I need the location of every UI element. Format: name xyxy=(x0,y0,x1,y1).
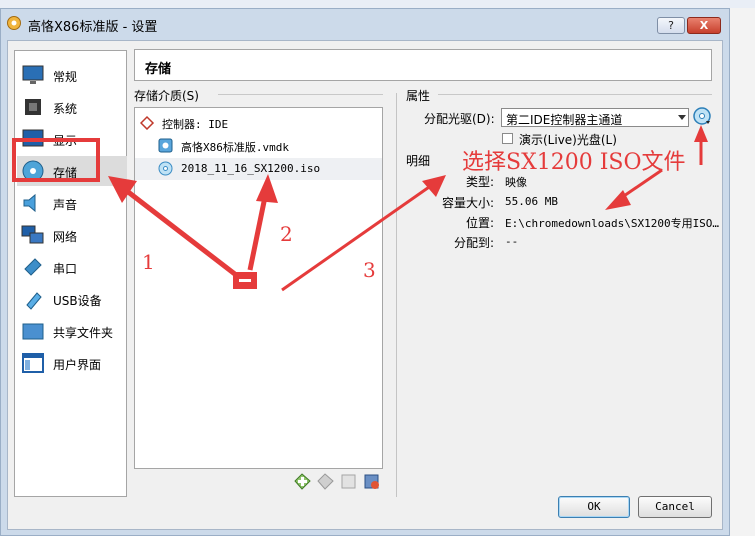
serial-port-icon xyxy=(24,258,42,276)
display-icon xyxy=(22,129,44,147)
sidebar-item-label: 共享文件夹 xyxy=(53,326,114,340)
drive-select-value: 第二IDE控制器主通道 xyxy=(506,113,623,127)
annotation-number-1: 1 xyxy=(142,250,155,274)
tree-row-optical[interactable]: 2018_11_16_SX1200.iso xyxy=(135,158,382,180)
optical-disc-icon xyxy=(158,161,173,176)
section-divider xyxy=(438,94,712,95)
sidebar-item-label: 用户界面 xyxy=(53,358,102,372)
sidebar-item-display[interactable]: 显示 xyxy=(17,124,127,154)
monitor-icon xyxy=(22,65,44,84)
hard-disk-icon xyxy=(158,138,173,153)
settings-sidebar: 常规 系统 显示 存储 声音 网络 串口 USB设备 共享文件夹 用户界面 xyxy=(14,50,127,497)
controller-icon xyxy=(140,115,155,130)
speaker-icon xyxy=(23,193,36,213)
drive-select[interactable]: 第二IDE控制器主通道 xyxy=(501,108,689,127)
remove-attachment-icon[interactable] xyxy=(317,473,334,490)
sidebar-item-label: 网络 xyxy=(53,230,78,244)
size-value: 55.06 MB xyxy=(505,195,558,208)
drive-label: 分配光驱(D): xyxy=(424,112,495,126)
details-label: 明细 xyxy=(406,154,431,168)
page-header: 存储 xyxy=(134,49,712,81)
ui-window-icon xyxy=(22,353,44,373)
ok-button[interactable]: OK xyxy=(558,496,630,518)
add-controller-icon[interactable] xyxy=(340,473,357,490)
sidebar-item-label: 串口 xyxy=(53,262,78,276)
attributes-label: 属性 xyxy=(406,89,431,103)
sidebar-item-serial[interactable]: 串口 xyxy=(17,252,127,282)
sidebar-item-audio[interactable]: 声音 xyxy=(17,188,127,218)
sidebar-item-general[interactable]: 常规 xyxy=(17,60,127,90)
sidebar-item-label: USB设备 xyxy=(53,294,102,308)
live-cd-checkbox[interactable] xyxy=(502,133,513,144)
add-attachment-icon[interactable] xyxy=(294,473,311,490)
type-value: 映像 xyxy=(505,176,527,189)
chevron-down-icon xyxy=(678,115,686,120)
background-right xyxy=(730,8,755,536)
section-divider xyxy=(218,94,383,95)
choose-disc-icon[interactable] xyxy=(693,107,711,125)
sidebar-item-label: 显示 xyxy=(53,134,78,148)
tree-row-controller[interactable]: 控制器: IDE xyxy=(135,112,382,134)
storage-media-label: 存储介质(S) xyxy=(134,89,199,103)
dialog-body: 常规 系统 显示 存储 声音 网络 串口 USB设备 共享文件夹 用户界面 存储… xyxy=(7,40,723,530)
sidebar-item-label: 存储 xyxy=(53,166,78,180)
background-strip xyxy=(0,0,755,8)
page-title: 存储 xyxy=(145,62,172,77)
network-icon xyxy=(21,225,44,244)
hard-disk-name: 高恪X86标准版.vmdk xyxy=(181,141,289,154)
optical-disc-name: 2018_11_16_SX1200.iso xyxy=(181,162,321,175)
annotation-number-3: 3 xyxy=(363,258,376,282)
usb-icon xyxy=(26,292,42,310)
chip-icon xyxy=(25,99,41,115)
help-button[interactable]: ? xyxy=(657,17,685,34)
annotation-number-2: 2 xyxy=(280,222,293,246)
location-key: 位置: xyxy=(465,216,494,230)
attached-to-value: -- xyxy=(505,235,519,248)
sidebar-item-user-interface[interactable]: 用户界面 xyxy=(17,348,127,378)
controller-label: 控制器: IDE xyxy=(162,118,229,131)
title-bar: 高恪X86标准版 - 设置 ? X xyxy=(1,9,729,39)
sidebar-item-system[interactable]: 系统 xyxy=(17,92,127,122)
tree-row-hard-disk[interactable]: 高恪X86标准版.vmdk xyxy=(135,135,382,157)
storage-disc-icon xyxy=(22,160,44,182)
sidebar-item-storage[interactable]: 存储 xyxy=(17,156,127,186)
location-value: E:\chromedownloads\SX1200专用ISO… xyxy=(505,217,720,230)
sidebar-item-network[interactable]: 网络 xyxy=(17,220,127,250)
panel-divider xyxy=(396,93,397,497)
attached-to-key: 分配到: xyxy=(453,236,494,250)
sidebar-item-usb[interactable]: USB设备 xyxy=(17,284,127,314)
sidebar-item-label: 声音 xyxy=(53,198,78,212)
cancel-button[interactable]: Cancel xyxy=(638,496,712,518)
size-key: 容量大小: xyxy=(441,196,494,210)
virtualbox-gear-icon xyxy=(7,16,21,30)
sidebar-item-label: 常规 xyxy=(53,70,78,84)
storage-tree[interactable]: 控制器: IDE 高恪X86标准版.vmdk 2018_11_16_SX1200… xyxy=(134,107,383,469)
window-title: 高恪X86标准版 - 设置 xyxy=(28,20,158,35)
close-button[interactable]: X xyxy=(687,17,721,34)
folder-icon xyxy=(22,323,44,340)
sidebar-item-shared-folders[interactable]: 共享文件夹 xyxy=(17,316,127,346)
remove-controller-icon[interactable] xyxy=(363,473,380,490)
sidebar-item-label: 系统 xyxy=(53,102,78,116)
annotation-callout: 选择SX1200 ISO文件 xyxy=(462,150,686,175)
